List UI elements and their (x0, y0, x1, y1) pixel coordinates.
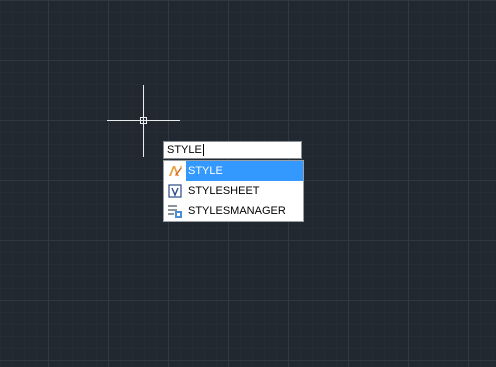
text-caret (202, 144, 204, 156)
dynamic-input-text: STYLE (167, 144, 202, 156)
stylesheet-icon (164, 181, 186, 201)
autocomplete-item-label: STYLESHEET (188, 185, 260, 197)
drawing-area[interactable]: STYLE STYLE STYLESHEET STYLESMANAGER (0, 0, 496, 367)
command-autocomplete-list: STYLE STYLESHEET STYLESMANAGER (163, 160, 304, 222)
autocomplete-item-stylesmanager[interactable]: STYLESMANAGER (164, 201, 303, 221)
text-style-icon (164, 161, 186, 181)
styles-manager-icon (164, 201, 186, 221)
autocomplete-item-style[interactable]: STYLE (164, 161, 303, 181)
autocomplete-item-label: STYLESMANAGER (188, 205, 286, 217)
dynamic-input-field[interactable]: STYLE (163, 141, 302, 159)
autocomplete-item-label: STYLE (186, 161, 303, 181)
pickbox (140, 117, 147, 124)
autocomplete-item-stylesheet[interactable]: STYLESHEET (164, 181, 303, 201)
